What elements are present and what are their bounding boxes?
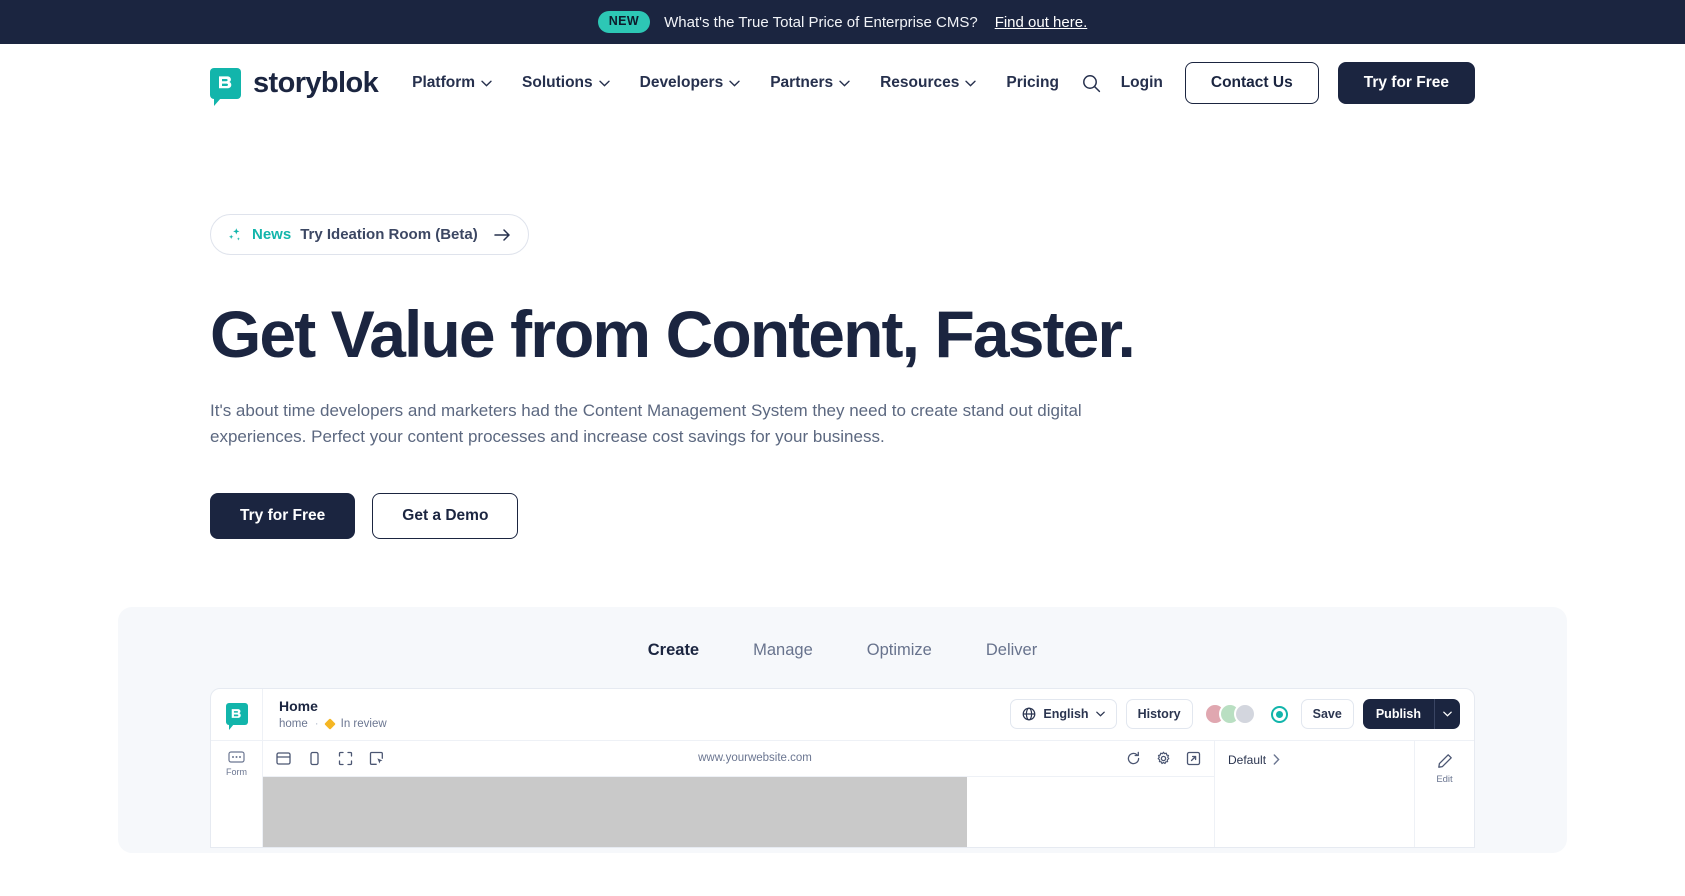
preview-actions	[1126, 751, 1201, 766]
chevron-down-icon	[729, 80, 740, 87]
news-pill[interactable]: News Try Ideation Room (Beta)	[210, 214, 529, 255]
live-presence-icon[interactable]	[1270, 705, 1288, 723]
arrow-right-icon	[493, 228, 511, 242]
app-toolbar: Home home · In review English History Sa…	[211, 688, 1474, 740]
sparkles-icon	[227, 227, 243, 243]
page-title: Get Value from Content, Faster.	[210, 297, 1136, 371]
app-breadcrumb: home · In review	[279, 718, 387, 730]
nav-item-label: Partners	[770, 74, 834, 91]
announcement-text: What's the True Total Price of Enterpris…	[664, 13, 978, 31]
showcase-tabs: Create Manage Optimize Deliver	[118, 637, 1567, 664]
app-page-title: Home	[279, 698, 318, 715]
hero-section: News Try Ideation Room (Beta) Get Value …	[0, 122, 1685, 539]
history-button[interactable]: History	[1125, 699, 1193, 730]
pencil-icon	[1437, 753, 1453, 769]
chevron-down-icon	[598, 80, 610, 87]
edit-panel-button[interactable]: Edit	[1414, 740, 1474, 847]
app-logo-cell[interactable]	[211, 688, 263, 740]
tab-manage[interactable]: Manage	[745, 637, 821, 664]
publish-button[interactable]: Publish	[1362, 699, 1460, 730]
chevron-down-icon	[839, 80, 850, 87]
news-pill-label: News	[252, 226, 292, 243]
brand-name: storyblok	[253, 66, 379, 99]
panel-row-default[interactable]: Default	[1228, 753, 1401, 767]
language-selector[interactable]: English	[1010, 699, 1117, 730]
announcement-new-badge: NEW	[597, 11, 651, 33]
chevron-down-icon	[1095, 711, 1105, 717]
nav-item-label: Platform	[412, 74, 476, 91]
announcement-link[interactable]: Find out here.	[995, 14, 1088, 31]
publish-label: Publish	[1375, 707, 1421, 722]
preview-canvas[interactable]	[263, 776, 1214, 847]
header-actions: Login Contact Us Try for Free	[1075, 62, 1475, 104]
form-icon	[228, 750, 245, 764]
chevron-down-icon	[481, 80, 492, 87]
primary-nav: Platform Solutions Developers Partners R…	[412, 74, 1059, 92]
nav-item-solutions[interactable]: Solutions	[522, 74, 610, 92]
save-button[interactable]: Save	[1300, 699, 1354, 730]
app-body: Form www.yourwebsite.com Default Edit	[211, 739, 1474, 847]
preview-url-bar: www.yourwebsite.com	[263, 741, 1214, 777]
desktop-view-icon[interactable]	[276, 751, 291, 766]
preview-placeholder-block	[263, 776, 967, 847]
nav-item-label: Developers	[639, 74, 724, 91]
product-showcase: Create Manage Optimize Deliver Home home…	[118, 606, 1567, 853]
app-sidebar: Form	[211, 740, 263, 847]
settings-gear-icon[interactable]	[1156, 751, 1171, 766]
nav-item-pricing[interactable]: Pricing	[1006, 74, 1059, 92]
search-icon	[1082, 74, 1101, 93]
try-for-free-button-hero[interactable]: Try for Free	[210, 492, 356, 539]
preview-url[interactable]: www.yourwebsite.com	[698, 752, 812, 764]
avatar[interactable]	[1233, 703, 1256, 726]
fullscreen-icon[interactable]	[338, 751, 353, 766]
pointer-frame-icon[interactable]	[369, 751, 384, 766]
nav-item-platform[interactable]: Platform	[412, 74, 492, 92]
news-pill-text: Try Ideation Room (Beta)	[300, 226, 478, 243]
sidebar-item-label: Form	[226, 766, 247, 777]
mobile-view-icon[interactable]	[307, 751, 322, 766]
app-properties-panel: Default	[1214, 740, 1414, 847]
tab-create[interactable]: Create	[640, 637, 707, 664]
try-for-free-button-header[interactable]: Try for Free	[1337, 62, 1475, 104]
nav-item-label: Solutions	[522, 74, 593, 91]
sidebar-item-form[interactable]: Form	[226, 750, 247, 777]
panel-row-label: Default	[1228, 752, 1267, 767]
contact-us-button[interactable]: Contact Us	[1184, 62, 1319, 104]
globe-icon	[1022, 707, 1036, 721]
refresh-icon[interactable]	[1126, 751, 1141, 766]
site-header: storyblok Platform Solutions Developers …	[0, 44, 1685, 122]
chevron-right-icon	[1273, 754, 1280, 765]
login-link[interactable]: Login	[1121, 74, 1163, 92]
nav-item-label: Resources	[880, 74, 960, 91]
nav-item-label: Pricing	[1006, 74, 1059, 91]
app-page-info: Home home · In review	[279, 698, 387, 730]
chevron-down-icon[interactable]	[1434, 699, 1460, 730]
device-view-switcher	[276, 751, 384, 766]
search-button[interactable]	[1075, 66, 1109, 100]
nav-item-resources[interactable]: Resources	[880, 74, 977, 92]
app-toolbar-actions: English History Save Publish	[1010, 699, 1460, 730]
hero-subtitle: It's about time developers and marketers…	[210, 400, 1082, 447]
status-diamond-icon	[323, 718, 336, 730]
open-external-icon[interactable]	[1186, 751, 1201, 766]
chevron-down-icon	[965, 80, 977, 87]
get-a-demo-button[interactable]: Get a Demo	[372, 492, 519, 539]
collaborator-avatars	[1203, 703, 1256, 726]
announcement-bar: NEW What's the True Total Price of Enter…	[0, 0, 1685, 44]
nav-item-developers[interactable]: Developers	[640, 74, 741, 92]
app-mockup: Home home · In review English History Sa…	[210, 687, 1475, 848]
app-preview-pane: www.yourwebsite.com	[263, 741, 1214, 847]
tab-deliver[interactable]: Deliver	[978, 637, 1045, 664]
edit-panel-label: Edit	[1436, 773, 1453, 785]
nav-item-partners[interactable]: Partners	[770, 74, 850, 92]
storyblok-mark-icon	[210, 67, 241, 106]
tab-optimize[interactable]: Optimize	[859, 637, 940, 664]
storyblok-mark-icon	[225, 703, 248, 731]
breadcrumb-separator: ·	[314, 718, 319, 731]
hero-cta-group: Try for Free Get a Demo	[210, 492, 1475, 539]
storyblok-logo[interactable]: storyblok	[210, 66, 379, 106]
status-badge: In review	[340, 718, 387, 731]
breadcrumb-slug: home	[279, 718, 308, 731]
language-label: English	[1043, 707, 1089, 722]
